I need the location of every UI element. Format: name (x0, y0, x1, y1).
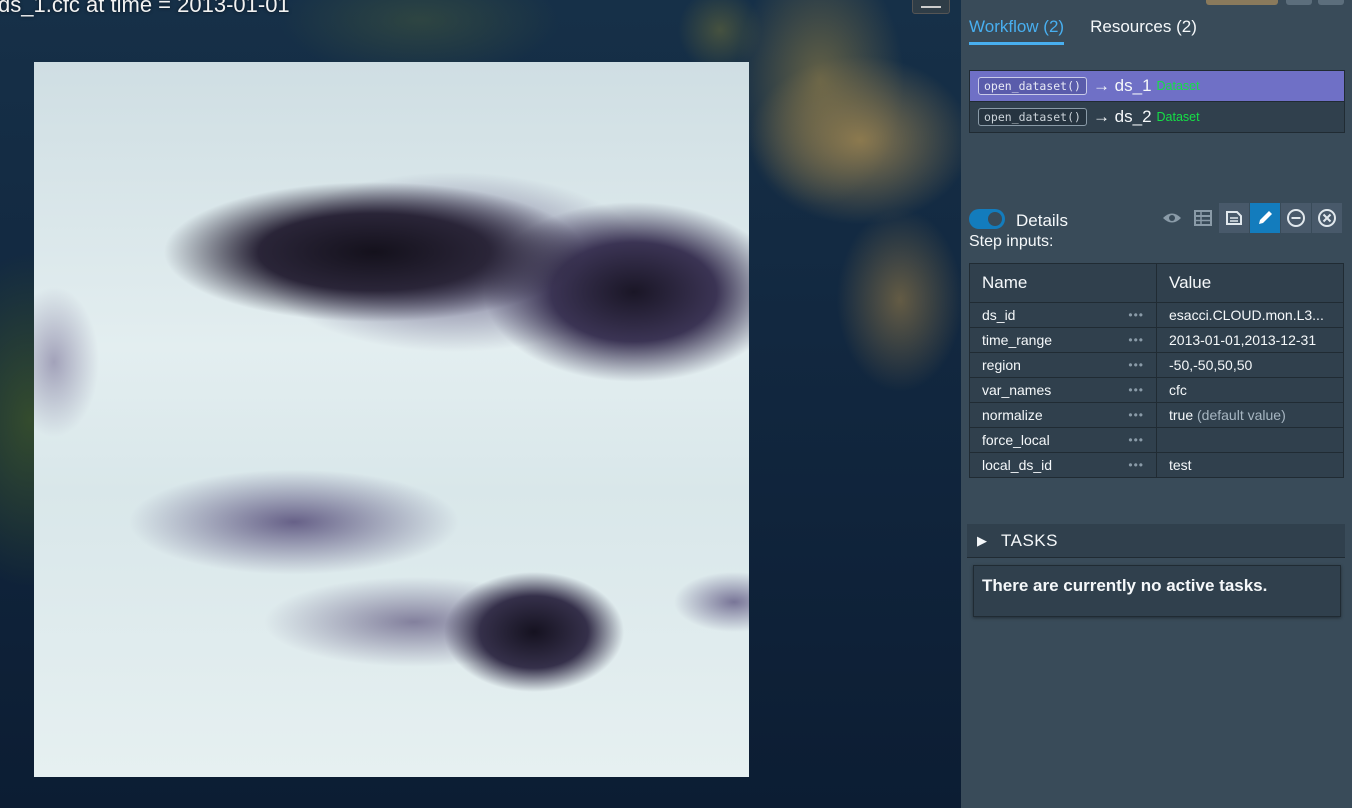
input-value-cell[interactable]: -50,-50,50,50 (1156, 352, 1344, 378)
input-name-cell: normalize ••• (969, 402, 1157, 428)
panel-tabs: Workflow (2) Resources (2) (969, 17, 1197, 45)
workflow-step-list: open_dataset() → ds_1 Dataset open_datas… (969, 70, 1345, 133)
workflow-step-ds-1[interactable]: open_dataset() → ds_1 Dataset (970, 71, 1344, 102)
table-row: region ••• -50,-50,50,50 (969, 352, 1344, 378)
input-value-cell[interactable] (1156, 427, 1344, 453)
table-row: force_local ••• (969, 427, 1344, 453)
map-title: ds_1.cfc at time = 2013-01-01 (0, 0, 290, 17)
input-name-cell: var_names ••• (969, 377, 1157, 403)
input-name: force_local (982, 432, 1050, 448)
input-value: -50,-50,50,50 (1169, 357, 1253, 373)
edit-icon[interactable] (1250, 203, 1280, 233)
input-name: local_ds_id (982, 457, 1053, 473)
input-value: cfc (1169, 382, 1187, 398)
eye-icon[interactable] (1157, 203, 1187, 233)
details-bar: Details (969, 203, 1344, 235)
input-name-cell: local_ds_id ••• (969, 452, 1157, 478)
top-minimize-button[interactable] (1286, 0, 1312, 5)
table-icon[interactable] (1188, 203, 1218, 233)
right-panel: Workflow (2) Resources (2) open_dataset(… (961, 0, 1352, 808)
input-value: true (1169, 407, 1194, 423)
more-icon[interactable]: ••• (1128, 383, 1144, 397)
more-icon[interactable]: ••• (1128, 333, 1144, 347)
tasks-title: TASKS (1001, 530, 1058, 550)
more-icon[interactable]: ••• (1128, 458, 1144, 472)
column-header-name: Name (969, 263, 1157, 303)
column-header-value: Value (1156, 263, 1344, 303)
map-layer-control-button[interactable] (912, 0, 950, 14)
details-toggle[interactable] (969, 209, 1005, 229)
step-inputs-label: Step inputs: (969, 233, 1054, 250)
step-inputs-table: Name Value ds_id ••• esacci.CLOUD.mon.L3.… (969, 263, 1344, 478)
input-value-cell[interactable]: true (default value) (1156, 402, 1344, 428)
input-value-cell[interactable]: cfc (1156, 377, 1344, 403)
step-output: → ds_1 (1092, 76, 1152, 95)
tasks-panel: There are currently no active tasks. (973, 565, 1341, 617)
input-value-cell[interactable]: 2013-01-01,2013-12-31 (1156, 327, 1344, 353)
table-row: var_names ••• cfc (969, 377, 1344, 403)
table-row: ds_id ••• esacci.CLOUD.mon.L3... (969, 302, 1344, 328)
default-value-hint: (default value) (1193, 407, 1286, 423)
top-maximize-button[interactable] (1318, 0, 1344, 5)
top-action-button[interactable] (1206, 0, 1278, 5)
step-call: open_dataset() (978, 77, 1087, 95)
input-name: time_range (982, 332, 1053, 348)
more-icon[interactable]: ••• (1128, 433, 1144, 447)
more-icon[interactable]: ••• (1128, 408, 1144, 422)
input-name-cell: region ••• (969, 352, 1157, 378)
more-icon[interactable]: ••• (1128, 308, 1144, 322)
input-name-cell: ds_id ••• (969, 302, 1157, 328)
tasks-panel-header[interactable]: ▶ TASKS (967, 524, 1345, 558)
input-name-cell: force_local ••• (969, 427, 1157, 453)
step-type: Dataset (1156, 79, 1200, 93)
tab-resources[interactable]: Resources (2) (1090, 17, 1197, 45)
input-value-cell[interactable]: test (1156, 452, 1344, 478)
document-icon[interactable] (1219, 203, 1249, 233)
more-icon[interactable]: ••• (1128, 358, 1144, 372)
input-value-cell[interactable]: esacci.CLOUD.mon.L3... (1156, 302, 1344, 328)
input-value: test (1169, 457, 1192, 473)
input-name: var_names (982, 382, 1052, 398)
input-name: region (982, 357, 1021, 373)
workflow-step-ds-2[interactable]: open_dataset() → ds_2 Dataset (970, 102, 1344, 132)
map-view[interactable]: ds_1.cfc at time = 2013-01-01 (0, 0, 961, 808)
table-row: time_range ••• 2013-01-01,2013-12-31 (969, 327, 1344, 353)
input-value: 2013-01-01,2013-12-31 (1169, 332, 1317, 348)
input-name-cell: time_range ••• (969, 327, 1157, 353)
cloud-fraction-layer (34, 62, 749, 777)
no-tasks-message: There are currently no active tasks. (982, 576, 1268, 595)
input-name: ds_id (982, 307, 1016, 323)
input-name: normalize (982, 407, 1043, 423)
details-label: Details (1016, 211, 1068, 230)
table-row: normalize ••• true (default value) (969, 402, 1344, 428)
tab-workflow[interactable]: Workflow (2) (969, 17, 1065, 45)
caret-right-icon[interactable]: ▶ (977, 533, 987, 549)
input-value: esacci.CLOUD.mon.L3... (1169, 307, 1324, 323)
minus-circle-icon[interactable] (1281, 203, 1311, 233)
step-output: → ds_2 (1092, 107, 1152, 126)
step-call: open_dataset() (978, 108, 1087, 126)
table-row: local_ds_id ••• test (969, 452, 1344, 478)
close-circle-icon[interactable] (1312, 203, 1342, 233)
step-type: Dataset (1156, 110, 1200, 124)
